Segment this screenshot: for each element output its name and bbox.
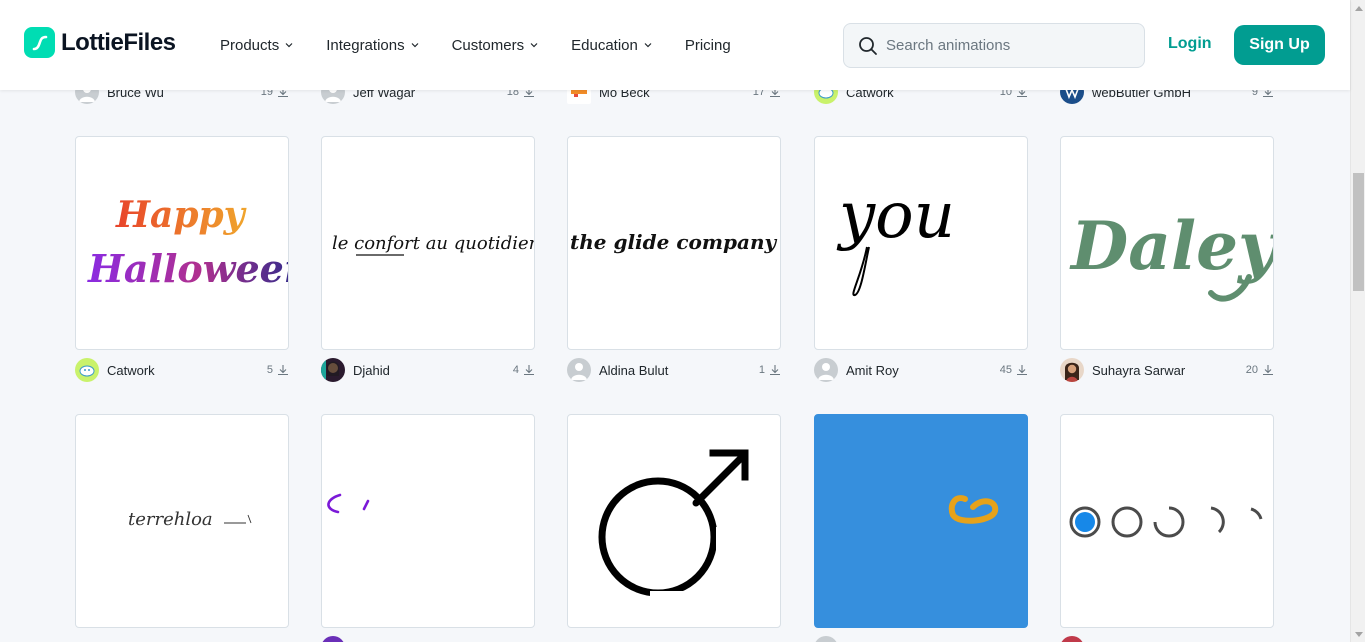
card-meta: Catwork 5	[75, 358, 289, 382]
card-meta: Suhayra Sarwar 20	[1060, 358, 1274, 382]
signature-preview: terrehloa	[128, 509, 252, 530]
male-symbol-icon	[598, 449, 749, 605]
lottiefiles-logo[interactable]: LottieFiles	[24, 27, 176, 58]
nav-label: Education	[571, 36, 638, 54]
author-name[interactable]: Aldina Bulut	[599, 363, 759, 378]
purple-stroke-preview	[327, 493, 370, 514]
avatar[interactable]	[321, 358, 345, 382]
nav-label: Products	[220, 36, 280, 54]
signature-text: terrehloa	[128, 509, 213, 530]
search-input[interactable]	[886, 37, 1126, 54]
avatar[interactable]	[814, 636, 838, 642]
download-count: 1	[758, 364, 765, 376]
happy-text: Happy	[115, 194, 247, 236]
animation-card[interactable]: terrehloa	[75, 414, 289, 628]
download-count: 20	[1245, 364, 1258, 376]
animation-card[interactable]: Daley	[1060, 136, 1274, 350]
animation-grid: Bruce Wu 19 Jeff Wagar 18 Mo Beck 17 Cat…	[0, 0, 1350, 642]
chevron-down-icon	[285, 43, 293, 48]
brand-name: LottieFiles	[61, 28, 176, 56]
animation-card[interactable]: Happy Halloween	[75, 136, 289, 350]
author-name[interactable]: Catwork	[107, 363, 267, 378]
chevron-down-icon	[530, 43, 538, 48]
lettering-preview: the glide company	[570, 230, 777, 254]
avatar[interactable]	[75, 358, 99, 382]
lettering-preview: le confort au quotidien	[332, 233, 535, 256]
avatar[interactable]	[1060, 358, 1084, 382]
nav-integrations[interactable]: Integrations	[326, 34, 419, 56]
card-meta: Aldina Bulut 1	[567, 358, 781, 382]
animation-card[interactable]	[814, 414, 1028, 628]
download-icon[interactable]	[1016, 364, 1028, 376]
lettering-preview: you	[836, 179, 955, 296]
nav-customers[interactable]: Customers	[452, 34, 539, 56]
nav-label: Pricing	[684, 36, 731, 54]
card-meta: Amit Roy 45	[814, 358, 1028, 382]
happy-halloween-preview: Happy Halloween	[87, 194, 289, 291]
nav-pricing[interactable]: Pricing	[685, 34, 731, 56]
glide-text: the glide company	[570, 230, 777, 254]
search-box	[843, 23, 1145, 68]
author-name[interactable]: Djahid	[353, 363, 513, 378]
download-icon[interactable]	[523, 364, 535, 376]
animation-card[interactable]	[321, 414, 535, 628]
author-name[interactable]: Suhayra Sarwar	[1092, 363, 1246, 378]
circle-loader-preview	[1069, 506, 1263, 538]
search-icon	[859, 36, 877, 55]
animation-card[interactable]: you	[814, 136, 1028, 350]
animation-card[interactable]: the glide company	[567, 136, 781, 350]
nav-label: Integrations	[326, 36, 405, 54]
main-nav: Products Integrations Customers Educatio…	[220, 34, 764, 56]
animation-card[interactable]	[1060, 414, 1274, 628]
halloween-text: Halloween	[87, 246, 289, 291]
avatar[interactable]	[1060, 636, 1084, 642]
scroll-thumb[interactable]	[1353, 173, 1364, 291]
animation-card[interactable]: le confort au quotidien	[321, 136, 535, 350]
you-text: you	[836, 179, 955, 253]
nav-products[interactable]: Products	[220, 34, 293, 56]
nav-education[interactable]: Education	[571, 34, 652, 56]
download-icon[interactable]	[1262, 364, 1274, 376]
author-name[interactable]: Amit Roy	[846, 363, 1000, 378]
avatar[interactable]	[567, 358, 591, 382]
download-icon[interactable]	[769, 364, 781, 376]
avatar[interactable]	[814, 358, 838, 382]
download-count: 4	[512, 364, 519, 376]
signup-button[interactable]: Sign Up	[1234, 25, 1325, 65]
login-button[interactable]: Login	[1168, 35, 1212, 53]
blue-card-preview	[948, 495, 999, 524]
lettering-preview: Daley	[1069, 207, 1274, 302]
top-header: LottieFiles Products Integrations Custom…	[0, 0, 1350, 90]
scroll-down-arrow-icon[interactable]	[1351, 627, 1365, 642]
lottie-logo-icon	[24, 27, 55, 58]
daley-text: Daley	[1069, 207, 1274, 285]
avatar[interactable]	[321, 636, 345, 642]
scroll-up-arrow-icon[interactable]	[1351, 0, 1365, 15]
download-icon[interactable]	[277, 364, 289, 376]
chevron-down-icon	[411, 43, 419, 48]
confort-text: le confort au quotidien	[332, 233, 535, 254]
nav-label: Customers	[451, 36, 525, 54]
download-count: 45	[999, 364, 1012, 376]
page-scrollbar[interactable]	[1350, 0, 1365, 642]
download-count: 5	[266, 364, 273, 376]
animation-card[interactable]	[567, 414, 781, 628]
chevron-down-icon	[644, 43, 652, 48]
card-meta: Djahid 4	[321, 358, 535, 382]
